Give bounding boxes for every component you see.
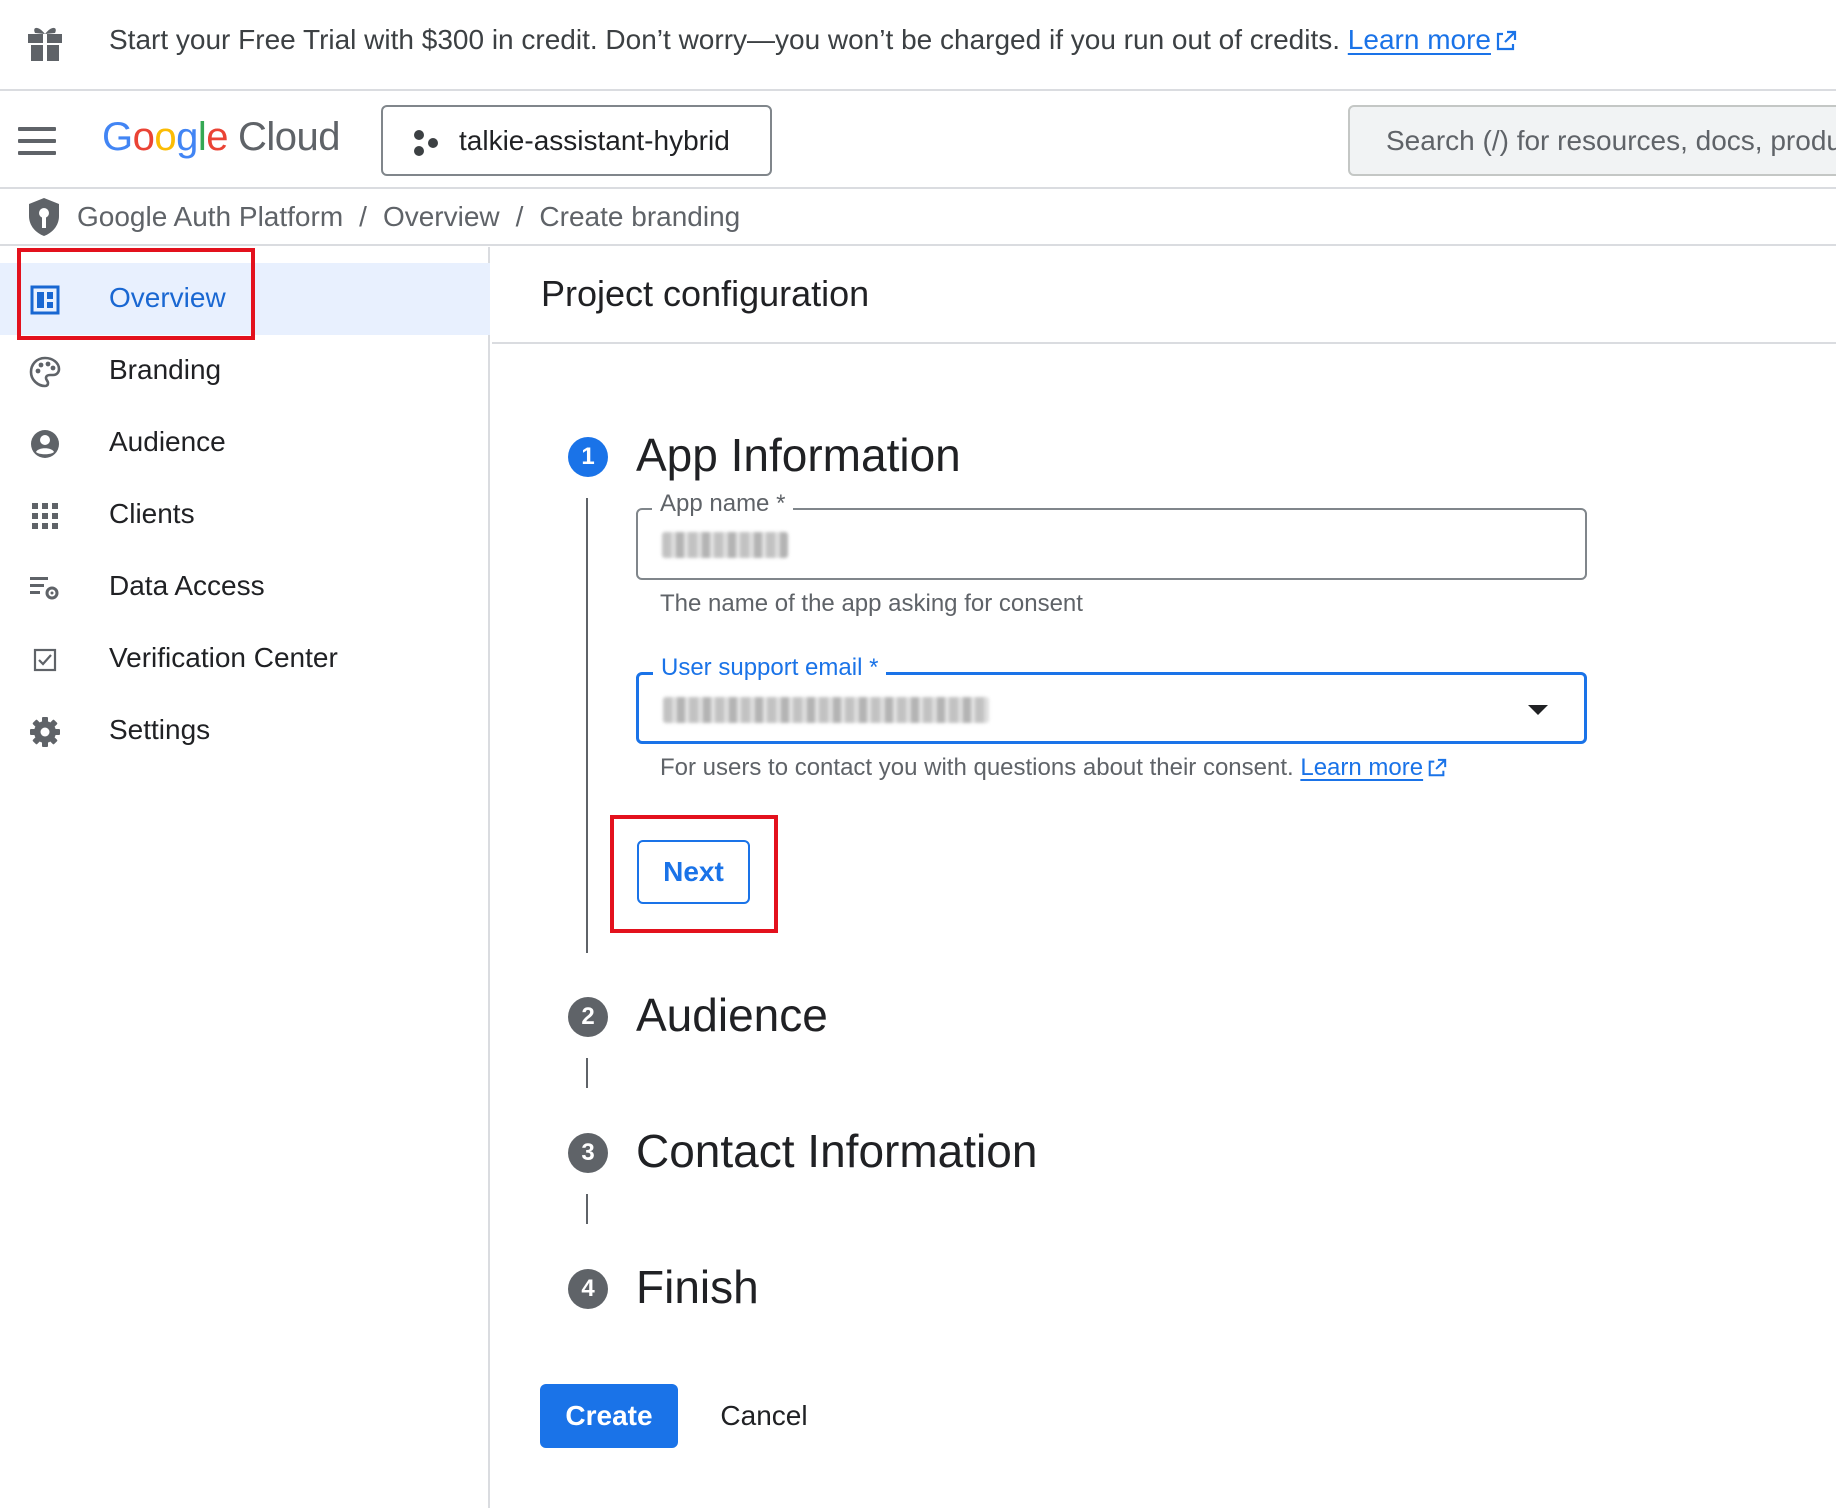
- user-support-email-hint: For users to contact you with questions …: [660, 754, 1447, 782]
- promo-banner: Start your Free Trial with $300 in credi…: [0, 0, 1836, 91]
- search-bar[interactable]: [1348, 105, 1836, 176]
- sidebar-item-settings[interactable]: Settings: [0, 695, 490, 767]
- auth-platform-shield-icon: [29, 198, 59, 236]
- banner-text: Start your Free Trial with $300 in credi…: [109, 24, 1517, 56]
- app-name-value-redacted: [662, 532, 788, 558]
- sidebar-item-data-access[interactable]: Data Access: [0, 551, 490, 623]
- sidebar-item-label: Settings: [109, 714, 211, 745]
- breadcrumb-trail: Google Auth Platform / Overview / Create bra…: [77, 201, 740, 233]
- page-title: Project configuration: [541, 273, 870, 314]
- step-number-4: 4: [568, 1269, 608, 1309]
- project-picker-button[interactable]: talkie-assistant-hybrid: [381, 105, 772, 176]
- sidebar-item-label: Branding: [109, 354, 222, 385]
- palette-icon: [29, 356, 61, 388]
- search-input[interactable]: [1386, 123, 1836, 159]
- next-button[interactable]: Next: [637, 840, 750, 904]
- external-link-icon: [1428, 758, 1447, 777]
- banner-message: Start your Free Trial with $300 in credi…: [109, 24, 1341, 55]
- project-name: talkie-assistant-hybrid: [459, 125, 730, 156]
- hamburger-menu-icon[interactable]: [18, 127, 56, 155]
- apps-grid-icon: [32, 503, 58, 529]
- step-title-contact-information[interactable]: Contact Information: [636, 1124, 1037, 1178]
- top-app-bar: Google Cloud talkie-assistant-hybrid: [0, 93, 1836, 189]
- gift-icon: [28, 27, 62, 61]
- user-support-email-select[interactable]: User support email *: [636, 654, 1587, 744]
- app-name-field[interactable]: App name *: [636, 490, 1587, 580]
- sidebar-item-label: Overview: [109, 282, 226, 313]
- learn-more-link[interactable]: Learn more: [1348, 24, 1491, 55]
- logo-letter: g: [176, 115, 198, 159]
- logo-letter: G: [102, 115, 133, 159]
- step-title-finish[interactable]: Finish: [636, 1260, 759, 1314]
- logo-letter: o: [132, 115, 155, 159]
- sidebar-item-label: Clients: [109, 498, 195, 529]
- user-support-email-value-redacted: [663, 697, 989, 723]
- dropdown-arrow-icon[interactable]: [1528, 705, 1548, 715]
- main-header: Project configuration: [492, 247, 1836, 344]
- breadcrumb-separator: /: [515, 201, 524, 232]
- sidebar-item-label: Data Access: [109, 570, 265, 601]
- step-title-app-information[interactable]: App Information: [636, 428, 961, 482]
- breadcrumb-create-branding: Create branding: [539, 201, 741, 232]
- support-email-hint-text: For users to contact you with questions …: [660, 754, 1294, 781]
- breadcrumb-auth-platform[interactable]: Google Auth Platform: [77, 201, 343, 232]
- data-settings-icon: [30, 577, 59, 600]
- step-connector-line: [586, 498, 588, 953]
- app-window: Start your Free Trial with $300 in credi…: [0, 0, 1836, 1508]
- logo-letter: e: [206, 115, 229, 159]
- user-support-email-label: User support email *: [653, 654, 887, 682]
- account-circle-icon: [31, 430, 59, 458]
- step-connector-line: [586, 1194, 588, 1224]
- sidebar-item-overview[interactable]: Overview: [0, 263, 490, 335]
- step-number-1: 1: [568, 437, 608, 477]
- gear-icon: [30, 717, 60, 747]
- sidebar-item-verification-center[interactable]: Verification Center: [0, 623, 490, 695]
- logo-product-name: Cloud: [238, 115, 341, 159]
- dashboard-icon: [30, 285, 60, 315]
- verified-checkbox-icon: [33, 648, 57, 672]
- app-name-label: App name *: [652, 490, 794, 518]
- project-icon: [414, 130, 438, 156]
- sidebar-nav: Overview Branding Audience Clients Data …: [0, 247, 490, 1508]
- cancel-button[interactable]: Cancel: [696, 1384, 832, 1448]
- sidebar-item-audience[interactable]: Audience: [0, 407, 490, 479]
- logo-letter: l: [197, 115, 207, 159]
- sidebar-item-clients[interactable]: Clients: [0, 479, 490, 551]
- sidebar-item-label: Audience: [109, 426, 226, 457]
- breadcrumb: Google Auth Platform / Overview / Create bra…: [0, 191, 1836, 246]
- step-number-3: 3: [568, 1133, 608, 1173]
- support-email-learn-more-link[interactable]: Learn more: [1300, 754, 1423, 781]
- step-title-audience[interactable]: Audience: [636, 988, 828, 1042]
- step-number-2: 2: [568, 997, 608, 1037]
- logo-letter: o: [154, 115, 177, 159]
- google-cloud-logo[interactable]: Google Cloud: [102, 115, 341, 160]
- breadcrumb-separator: /: [359, 201, 367, 232]
- step-connector-line: [586, 1058, 588, 1088]
- app-name-hint: The name of the app asking for consent: [660, 590, 1083, 617]
- sidebar-item-label: Verification Center: [109, 642, 338, 673]
- external-link-icon: [1496, 30, 1517, 51]
- sidebar-item-branding[interactable]: Branding: [0, 335, 490, 407]
- breadcrumb-overview[interactable]: Overview: [383, 201, 500, 232]
- create-button[interactable]: Create: [540, 1384, 678, 1448]
